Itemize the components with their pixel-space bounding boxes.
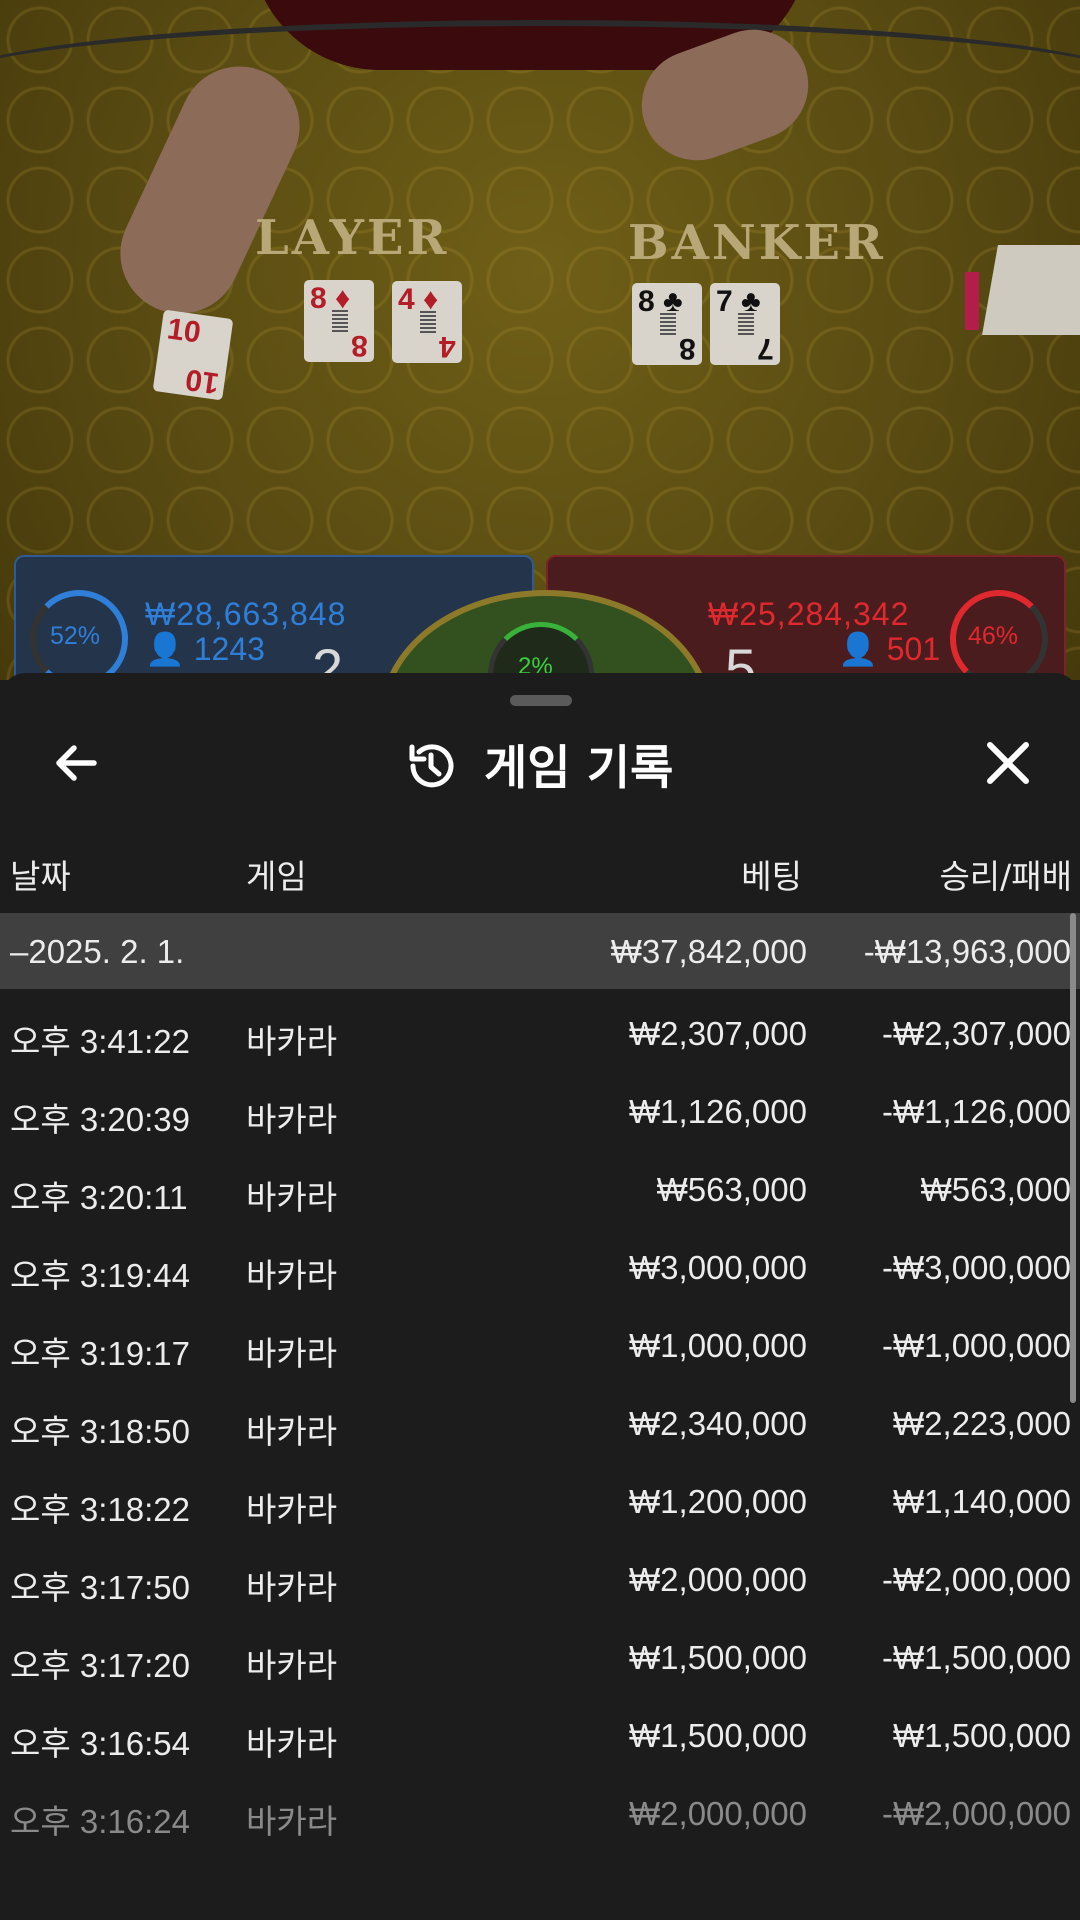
- row-result: -₩2,000,000: [882, 1795, 1071, 1832]
- row-result: -₩1,500,000: [882, 1639, 1071, 1676]
- row-game: 바카라: [246, 1412, 338, 1451]
- history-list[interactable]: –2025. 2. 1. ₩37,842,000 -₩13,963,000 오후…: [0, 913, 1080, 1853]
- table-header: 날짜 게임 베팅 승리/패배: [0, 850, 1080, 900]
- history-row[interactable]: 오후 3:20:39 바카라 ₩1,126,000 -₩1,126,000: [0, 1073, 1080, 1151]
- row-game: 바카라: [246, 1022, 338, 1061]
- row-bet: ₩2,000,000: [629, 1561, 807, 1598]
- history-row[interactable]: 오후 3:20:11 바카라 ₩563,000 ₩563,000: [0, 1151, 1080, 1229]
- row-game: 바카라: [246, 1802, 338, 1841]
- row-result: -₩2,000,000: [882, 1561, 1071, 1598]
- row-result: -₩1,000,000: [882, 1327, 1071, 1364]
- row-result: -₩1,126,000: [882, 1093, 1071, 1130]
- banker-zone-label: BANKER: [628, 215, 886, 271]
- row-result: ₩2,223,000: [893, 1405, 1071, 1442]
- player-total-bet: ₩28,663,848: [145, 596, 347, 632]
- player-card-1: 10 10: [152, 309, 234, 401]
- banker-bettor-count: 👤 501: [838, 631, 941, 667]
- column-game: 게임: [246, 857, 307, 896]
- row-result: -₩3,000,000: [882, 1249, 1071, 1286]
- row-bet: ₩2,307,000: [629, 1015, 807, 1052]
- user-icon: 👤: [145, 631, 185, 667]
- row-time: 오후 3:20:39: [10, 1101, 190, 1138]
- row-game: 바카라: [246, 1724, 338, 1763]
- player-card-2: 8 ♦ 8: [304, 280, 374, 362]
- row-time: 오후 3:17:20: [10, 1647, 190, 1684]
- close-icon: [987, 742, 1029, 784]
- history-row[interactable]: 오후 3:19:17 바카라 ₩1,000,000 -₩1,000,000: [0, 1307, 1080, 1385]
- scrollbar[interactable]: [1070, 913, 1076, 1403]
- user-icon: 👤: [838, 631, 878, 667]
- table-edge: [0, 20, 1080, 146]
- banker-card-2: 7 ♣ 7: [710, 283, 780, 365]
- banker-total-bet: ₩25,284,342: [708, 596, 910, 632]
- column-bet: 베팅: [741, 857, 802, 896]
- back-button[interactable]: [48, 735, 104, 791]
- player-percent: 52%: [50, 622, 101, 650]
- history-row[interactable]: 오후 3:16:54 바카라 ₩1,500,000 ₩1,500,000: [0, 1697, 1080, 1775]
- history-clock-icon: [402, 738, 458, 794]
- history-row[interactable]: 오후 3:16:24 바카라 ₩2,000,000 -₩2,000,000: [0, 1775, 1080, 1853]
- row-game: 바카라: [246, 1646, 338, 1685]
- row-result: -₩2,307,000: [882, 1015, 1071, 1052]
- summary-bet: ₩37,842,000: [610, 933, 807, 970]
- row-time: 오후 3:16:54: [10, 1725, 190, 1762]
- game-history-sheet: 게임 기록 날짜 게임 베팅 승리/패배 –2025. 2. 1. ₩37,84…: [0, 673, 1080, 1920]
- row-bet: ₩1,000,000: [629, 1327, 807, 1364]
- history-row[interactable]: 오후 3:41:22 바카라 ₩2,307,000 -₩2,307,000: [0, 995, 1080, 1073]
- row-game: 바카라: [246, 1178, 338, 1217]
- close-button[interactable]: [980, 735, 1036, 791]
- row-time: 오후 3:16:24: [10, 1803, 190, 1840]
- row-bet: ₩563,000: [656, 1171, 807, 1208]
- row-time: 오후 3:20:11: [10, 1179, 188, 1216]
- history-row[interactable]: 오후 3:18:50 바카라 ₩2,340,000 ₩2,223,000: [0, 1385, 1080, 1463]
- row-game: 바카라: [246, 1334, 338, 1373]
- row-bet: ₩3,000,000: [629, 1249, 807, 1286]
- page-title: 게임 기록: [484, 740, 674, 796]
- player-zone-label: LAYER: [255, 210, 450, 266]
- player-card-3: 4 ♦ 4: [392, 281, 462, 363]
- history-row[interactable]: 오후 3:17:20 바카라 ₩1,500,000 -₩1,500,000: [0, 1619, 1080, 1697]
- row-time: 오후 3:18:50: [10, 1413, 190, 1450]
- row-bet: ₩1,200,000: [629, 1483, 807, 1520]
- row-result: ₩1,140,000: [893, 1483, 1071, 1520]
- row-game: 바카라: [246, 1256, 338, 1295]
- row-bet: ₩2,000,000: [629, 1795, 807, 1832]
- row-time: 오후 3:17:50: [10, 1569, 190, 1606]
- history-row[interactable]: 오후 3:19:44 바카라 ₩3,000,000 -₩3,000,000: [0, 1229, 1080, 1307]
- row-result: ₩1,500,000: [893, 1717, 1071, 1754]
- row-bet: ₩1,126,000: [629, 1093, 807, 1130]
- row-time: 오후 3:19:17: [10, 1335, 190, 1372]
- row-result: ₩563,000: [920, 1171, 1071, 1208]
- history-row[interactable]: 오후 3:18:22 바카라 ₩1,200,000 ₩1,140,000: [0, 1463, 1080, 1541]
- row-bet: ₩1,500,000: [629, 1639, 807, 1676]
- history-row[interactable]: 오후 3:17:50 바카라 ₩2,000,000 -₩2,000,000: [0, 1541, 1080, 1619]
- row-time: 오후 3:18:22: [10, 1491, 190, 1528]
- summary-date: –2025. 2. 1.: [10, 933, 185, 970]
- sheet-drag-handle[interactable]: [510, 695, 572, 706]
- date-group-summary[interactable]: –2025. 2. 1. ₩37,842,000 -₩13,963,000: [0, 913, 1080, 989]
- banker-card-1: 8 ♣ 8: [632, 283, 702, 365]
- banker-percent: 46%: [968, 622, 1019, 650]
- arrow-left-icon: [56, 745, 97, 781]
- card-shoe-marker: [965, 272, 979, 330]
- row-bet: ₩2,340,000: [629, 1405, 807, 1442]
- card-shoe: [982, 245, 1080, 335]
- column-date: 날짜: [10, 857, 71, 896]
- row-bet: ₩1,500,000: [629, 1717, 807, 1754]
- row-game: 바카라: [246, 1490, 338, 1529]
- column-result: 승리/패배: [939, 857, 1072, 896]
- row-game: 바카라: [246, 1100, 338, 1139]
- summary-result: -₩13,963,000: [863, 933, 1071, 970]
- row-game: 바카라: [246, 1568, 338, 1607]
- player-bettor-count: 👤 1243: [145, 631, 265, 667]
- row-time: 오후 3:41:22: [10, 1023, 190, 1060]
- row-time: 오후 3:19:44: [10, 1257, 190, 1294]
